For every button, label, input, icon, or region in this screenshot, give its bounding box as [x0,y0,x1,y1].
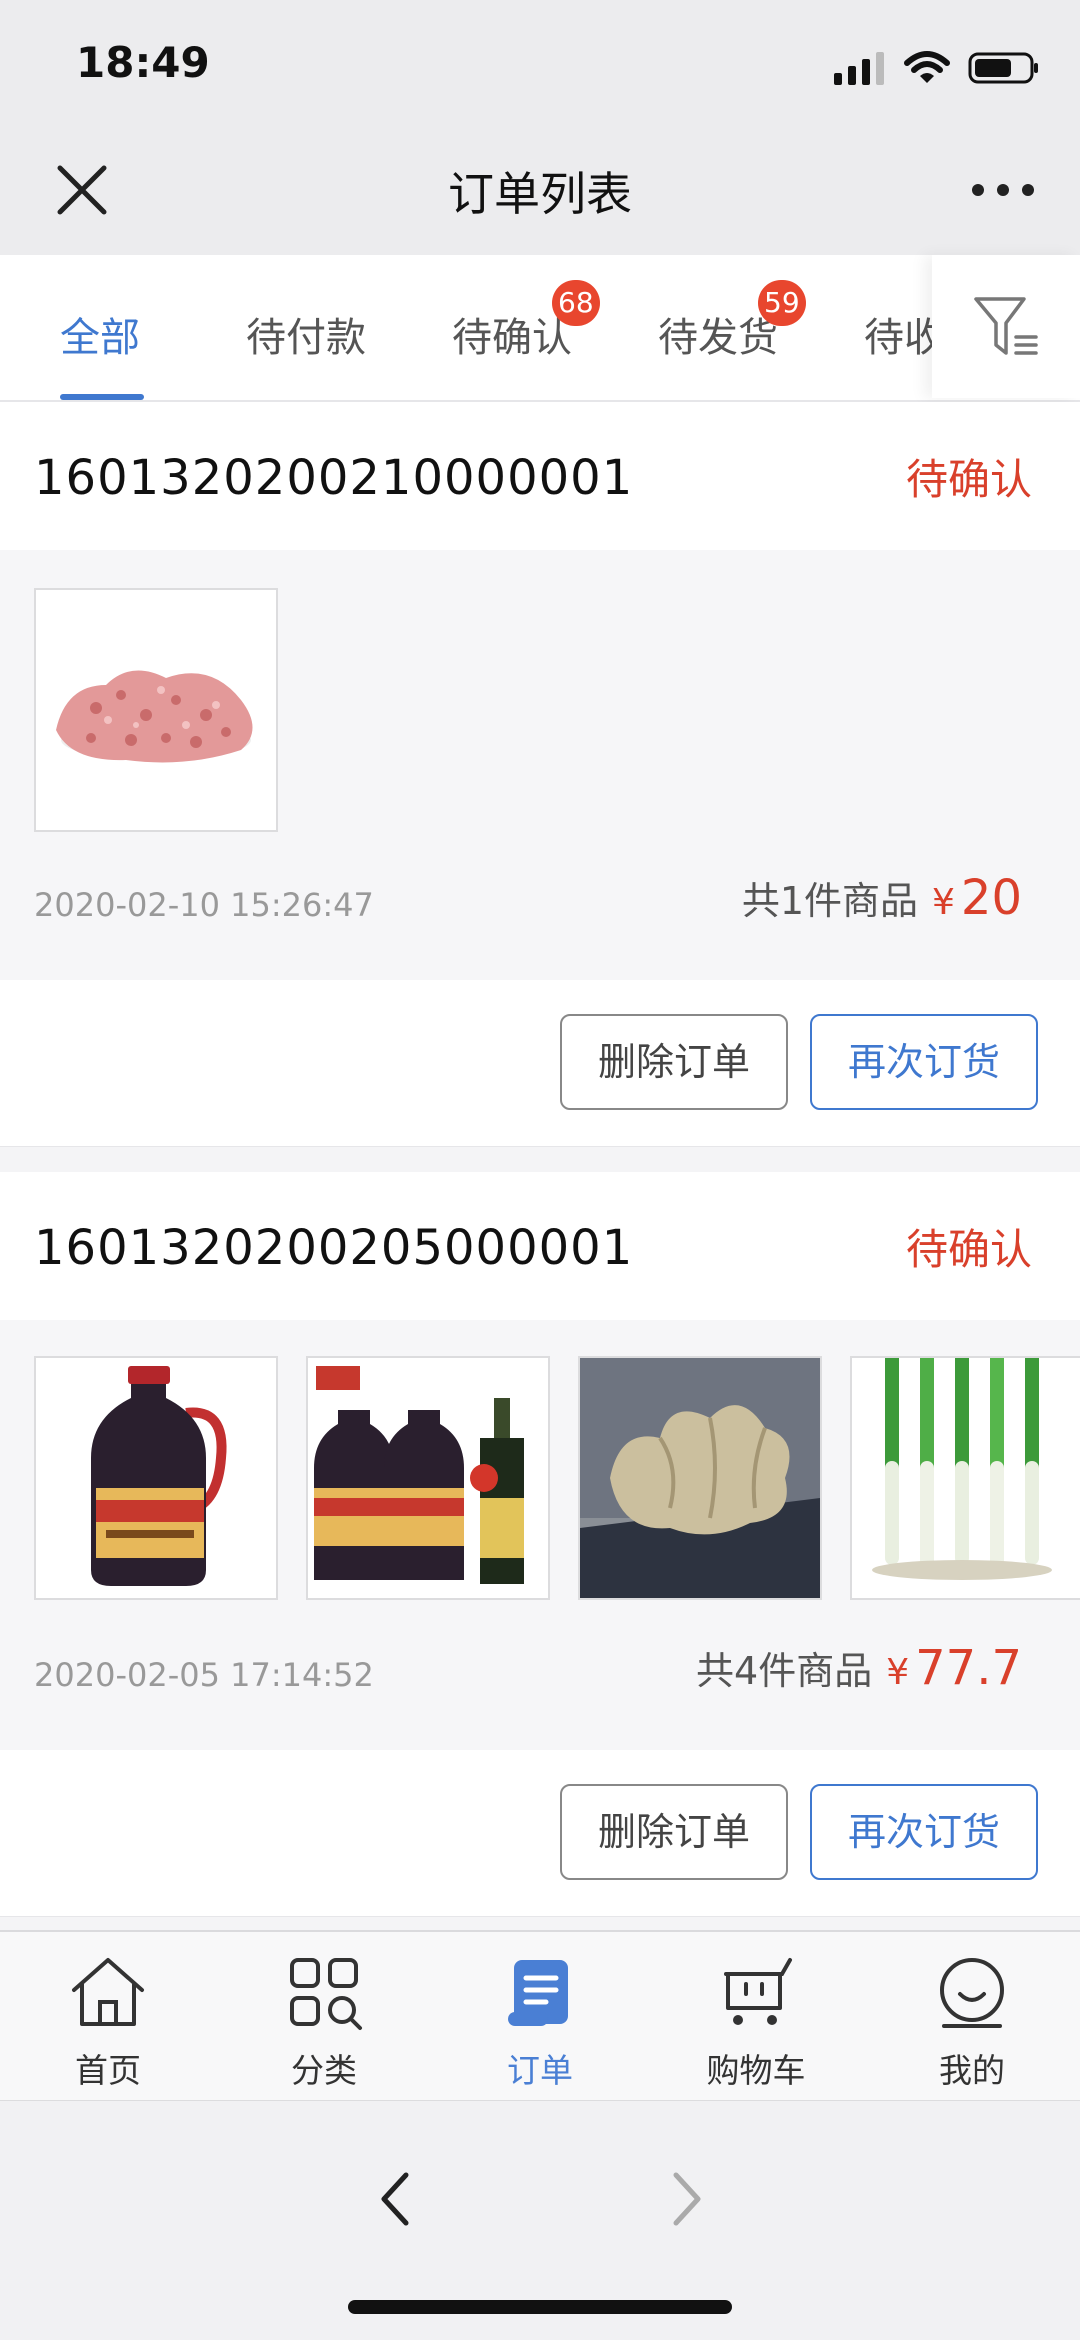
order-total: 77.7 [915,1640,1022,1696]
product-thumbnail-scallion[interactable] [850,1356,1080,1600]
bottom-tab-bar: 首页 分类 订单 购物车 我的 [0,1930,1080,2102]
reorder-button[interactable]: 再次订货 [810,1014,1038,1110]
currency-symbol: ¥ [886,1652,910,1693]
status-time: 18:49 [76,38,210,87]
order-products[interactable]: 2020-02-10 15:26:47 共1件商品 ¥ 20 [0,550,1080,980]
product-thumbnail-ginger[interactable] [578,1356,822,1600]
order-tabs: 全部 待付款 待确认 68 待发货 59 待收 [0,255,1080,402]
tabbar-home[interactable]: 首页 [0,1950,216,2092]
filter-icon [974,297,1038,355]
order-card-header[interactable]: 1601320200210000001 待确认 [0,402,1080,550]
wifi-icon [904,51,950,83]
order-number: 1601320200205000001 [34,1220,634,1276]
order-summary: 共4件商品 ¥ 77.7 [696,1640,1022,1696]
product-thumbnail-soy-sauce-bottle[interactable] [34,1356,278,1600]
badge-pending-confirm: 68 [552,280,600,326]
category-icon [290,1958,362,2030]
product-thumbnail-ground-pork[interactable] [34,588,278,832]
back-arrow-icon[interactable] [376,2169,416,2229]
order-actions: 删除订单 再次订货 [0,1750,1080,1917]
tabbar-category[interactable]: 分类 [216,1950,432,2092]
order-number: 1601320200210000001 [34,450,634,506]
delete-order-button[interactable]: 删除订单 [560,1014,788,1110]
product-thumbnail-soy-sauce-set[interactable] [306,1356,550,1600]
order-summary: 共1件商品 ¥ 20 [742,870,1022,926]
top-bar: 18:49 订单列表 [0,0,1080,255]
cart-icon [724,1958,792,2025]
active-tab-indicator [60,394,144,400]
home-indicator [348,2300,732,2314]
tabbar-label: 首页 [75,2051,141,2090]
page-title: 订单列表 [448,167,632,221]
profile-icon [940,1958,1004,2028]
order-products[interactable]: 2020-02-05 17:14:52 共4件商品 ¥ 77.7 [0,1320,1080,1750]
signal-icon [834,52,884,85]
order-status: 待确认 [905,455,1032,504]
status-icons [832,48,1040,88]
forward-arrow-icon[interactable] [666,2169,706,2229]
tabbar-profile[interactable]: 我的 [864,1950,1080,2092]
tabbar-label: 我的 [939,2051,1005,2090]
tabbar-cart[interactable]: 购物车 [648,1950,864,2092]
tabbar-orders[interactable]: 订单 [432,1950,648,2092]
tab-label: 待发货 [658,315,778,361]
order-status: 待确认 [905,1225,1032,1274]
order-total: 20 [960,870,1022,926]
tab-all[interactable]: 全部 [60,305,140,363]
order-date: 2020-02-05 17:14:52 [34,1656,374,1694]
reorder-button[interactable]: 再次订货 [810,1784,1038,1880]
item-count: 共1件商品 [741,879,919,923]
tabbar-label: 分类 [291,2051,357,2090]
delete-order-button[interactable]: 删除订单 [560,1784,788,1880]
tabbar-label: 订单 [507,2051,573,2090]
order-actions: 删除订单 再次订货 [0,980,1080,1147]
battery-icon [968,52,1038,84]
filter-button[interactable] [932,255,1080,398]
currency-symbol: ¥ [932,882,955,923]
order-date: 2020-02-10 15:26:47 [34,886,374,924]
tab-pending-payment[interactable]: 待付款 [246,305,366,363]
tabbar-label: 购物车 [706,2051,806,2090]
more-icon[interactable] [970,170,1036,210]
item-count: 共4件商品 [696,1649,873,1693]
order-icon [508,1960,568,2026]
home-icon [72,1958,144,2026]
order-card-header[interactable]: 1601320200205000001 待确认 [0,1172,1080,1320]
badge-pending-shipment: 59 [758,280,806,326]
tab-label: 全部 [60,315,140,361]
tab-label: 待付款 [246,315,366,361]
tab-label: 待确认 [452,315,572,361]
